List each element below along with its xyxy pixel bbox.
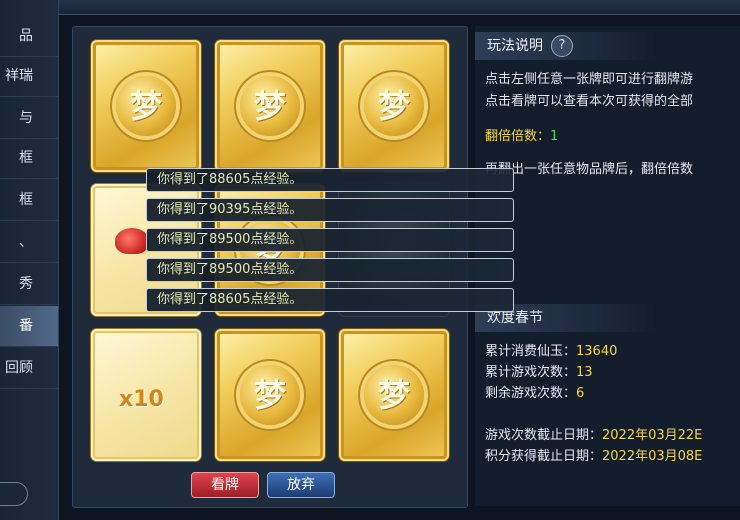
top-bar [58,0,740,15]
points-deadline-row: 积分获得截止日期：2022年03月08E [485,445,702,464]
dream-medal-icon: 梦 [364,76,424,136]
sidebar-item-9[interactable]: 回顾 [0,348,58,389]
exp-message: 你得到了89500点经验。 [146,228,514,252]
double-value: 1 [550,129,559,144]
spent-value: 13640 [576,344,618,359]
sidebar-item-label: 祥瑞 [5,68,33,84]
rules-line: 点击左侧任意一张牌即可进行翻牌游 [485,72,694,87]
sidebar: 品 祥瑞 与 框 框 、 秀 番 回顾 [0,0,59,520]
dream-medal-icon: 梦 [240,76,300,136]
remain-value: 6 [576,386,585,401]
red-helmet-icon [115,228,149,254]
card-back[interactable]: 梦 [339,40,449,172]
sidebar-item-label: 品 [19,28,33,44]
sidebar-item-label: 与 [19,110,33,126]
exp-message: 你得到了89500点经验。 [146,258,514,282]
dream-medal-icon: 梦 [364,365,424,425]
sidebar-item-active[interactable]: 番 [0,306,58,347]
remain-row: 剩余游戏次数：6 [485,382,584,401]
sidebar-item-label: 框 [19,150,33,166]
sidebar-scroll-pill[interactable] [0,482,28,506]
plays-row: 累计游戏次数：13 [485,361,593,380]
dream-medal-icon: 梦 [116,76,176,136]
sidebar-item-6[interactable]: 、 [0,222,58,263]
sidebar-item-label: 框 [19,192,33,208]
exp-message: 你得到了88605点经验。 [146,288,514,312]
deadline-value: 2022年03月22E [602,428,703,443]
sidebar-item-5[interactable]: 框 [0,180,58,221]
exp-message: 你得到了88605点经验。 [146,168,514,192]
card-back[interactable]: 梦 [215,329,325,461]
plays-value: 13 [576,365,593,380]
exp-message: 你得到了90395点经验。 [146,198,514,222]
spent-label: 累计消费仙玉： [485,344,577,359]
sidebar-item-label: 秀 [19,276,33,292]
sidebar-item-2[interactable]: 祥瑞 [0,56,58,97]
sidebar-item-3[interactable]: 与 [0,98,58,139]
view-cards-button[interactable]: 看牌 [191,472,259,498]
card-back[interactable]: 梦 [339,329,449,461]
deadline-row: 游戏次数截止日期：2022年03月22E [485,424,702,443]
deadline-label: 游戏次数截止日期： [485,428,603,443]
card-multiplier[interactable]: x10 [91,329,201,461]
points-label: 积分获得截止日期： [485,449,603,464]
sidebar-item-1[interactable]: 品 [0,16,58,57]
rules-title: 玩法说明 [487,38,543,54]
double-multiplier: 翻倍倍数：1 [485,125,558,144]
double-label: 翻倍倍数： [485,129,551,144]
sidebar-item-label: 回顾 [5,360,33,376]
sidebar-item-4[interactable]: 框 [0,138,58,179]
sidebar-item-label: 番 [19,318,33,334]
multiplier-label: x10 [119,387,164,412]
remain-label: 剩余游戏次数： [485,386,577,401]
rules-header: 玩法说明? [475,32,655,60]
give-up-button[interactable]: 放弃 [267,472,335,498]
rules-line: 再翻出一张任意物品牌后，翻倍倍数 [485,162,694,177]
card-back[interactable]: 梦 [215,40,325,172]
points-value: 2022年03月08E [602,449,703,464]
sidebar-item-label: 、 [19,234,33,250]
rules-line: 点击看牌可以查看本次可获得的全部 [485,94,694,109]
spent-row: 累计消费仙玉：13640 [485,340,617,359]
plays-label: 累计游戏次数： [485,365,577,380]
help-icon[interactable]: ? [551,35,573,57]
event-title: 欢度春节 [487,310,543,326]
sidebar-item-7[interactable]: 秀 [0,264,58,305]
card-back[interactable]: 梦 [91,40,201,172]
dream-medal-icon: 梦 [240,365,300,425]
